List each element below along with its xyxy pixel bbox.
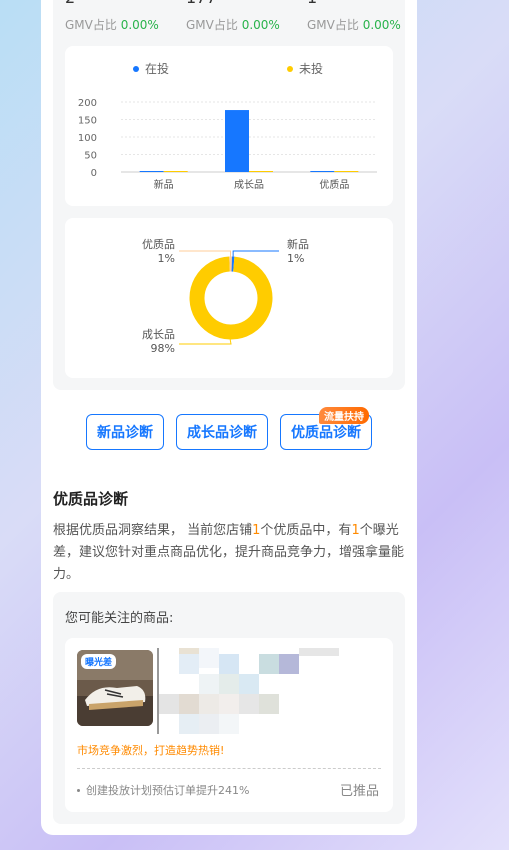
bullet-icon [77, 788, 80, 792]
recommend-card: 您可能关注的商品: 曝光差 市场竞争激烈，打造趋势热销! 创建投放计划预估订单提… [53, 592, 405, 824]
slice-percent: 1% [287, 252, 304, 265]
footnote-text: 创建投放计划预估订单提升241% [86, 784, 250, 797]
growth-diagnosis-button[interactable]: 成长品诊断 [176, 414, 268, 450]
summary-card: 2 GMV占比 0.00% 177 GMV占比 0.00% 1 GMV占比 0.… [53, 0, 405, 390]
leader-line [179, 250, 232, 257]
bar [139, 171, 164, 172]
bar [163, 171, 188, 172]
button-label: 成长品诊断 [187, 425, 257, 441]
donut-chart-card: 新品 1% 优质品 1% 成长品 98% [65, 218, 393, 378]
stat-count: 1 [307, 0, 317, 7]
stat-label: GMV占比 [65, 18, 117, 32]
traffic-support-tag: 流量扶持 [319, 407, 369, 424]
product-image[interactable]: 曝光差 [77, 650, 153, 726]
main-panel: 2 GMV占比 0.00% 177 GMV占比 0.00% 1 GMV占比 0.… [41, 0, 417, 835]
pie-slice [189, 256, 273, 340]
stat-label: GMV占比 [186, 18, 238, 32]
y-tick-label: 50 [84, 151, 97, 162]
exposure-badge: 曝光差 [81, 654, 117, 669]
leader-line [232, 250, 279, 257]
desc-text: 个优质品中，有 [260, 523, 352, 538]
x-tick-label: 成长品 [234, 179, 264, 191]
bar [334, 171, 359, 172]
slice-label: 新品 [287, 237, 309, 251]
y-tick-label: 200 [78, 98, 97, 109]
slice-percent: 98% [151, 342, 175, 355]
section-description: 根据优质品洞察结果， 当前您店铺1个优质品中，有1个曝光差，建议您针对重点商品优… [53, 520, 409, 586]
product-title-blurred [157, 648, 367, 734]
stat-label: GMV占比 [307, 18, 359, 32]
stat-pct: 0.00% [362, 18, 401, 32]
y-tick-label: 100 [78, 133, 97, 144]
x-tick-label: 优质品 [319, 178, 349, 191]
recommend-title: 您可能关注的商品: [65, 611, 174, 626]
stat-count: 2 [65, 0, 75, 7]
button-label: 优质品诊断 [291, 425, 361, 441]
slice-label: 优质品 [142, 238, 175, 251]
desc-text: 根据优质品洞察结果， 当前您店铺 [53, 523, 253, 538]
stat-pct: 0.00% [241, 18, 280, 32]
footnote: 创建投放计划预估订单提升241% [77, 782, 249, 798]
slice-label: 成长品 [142, 328, 175, 341]
desc-highlight: 1 [351, 523, 360, 538]
y-tick-label: 0 [91, 168, 97, 179]
section-title: 优质品诊断 [53, 490, 129, 508]
donut-chart: 新品1%优质品1%成长品98% [142, 237, 309, 355]
bar [249, 171, 273, 172]
y-tick-label: 150 [78, 116, 97, 127]
slice-percent: 1% [158, 252, 175, 265]
bar-chart: 0 50 100 150 200 新品 成长品 优质品 [78, 98, 377, 191]
stat-pct: 0.00% [120, 18, 159, 32]
button-label: 新品诊断 [97, 425, 153, 441]
pushed-status[interactable]: 已推品 [340, 780, 379, 799]
bar [225, 110, 249, 172]
bar [310, 171, 335, 172]
competition-warning: 市场竞争激烈，打造趋势热销! [77, 744, 225, 757]
x-tick-label: 新品 [154, 178, 174, 191]
new-diagnosis-button[interactable]: 新品诊断 [86, 414, 164, 450]
product-card[interactable]: 曝光差 市场竞争激烈，打造趋势热销! 创建投放计划预估订单提升241% 已推品 [65, 638, 393, 812]
quality-diagnosis-button[interactable]: 优质品诊断 流量扶持 [280, 407, 372, 450]
divider [77, 768, 381, 769]
stat-count: 177 [186, 0, 217, 7]
leader-line [179, 339, 232, 345]
bar-chart-card: 在投 未投 0 50 100 150 200 新品 成长品 优质品 [65, 46, 393, 206]
